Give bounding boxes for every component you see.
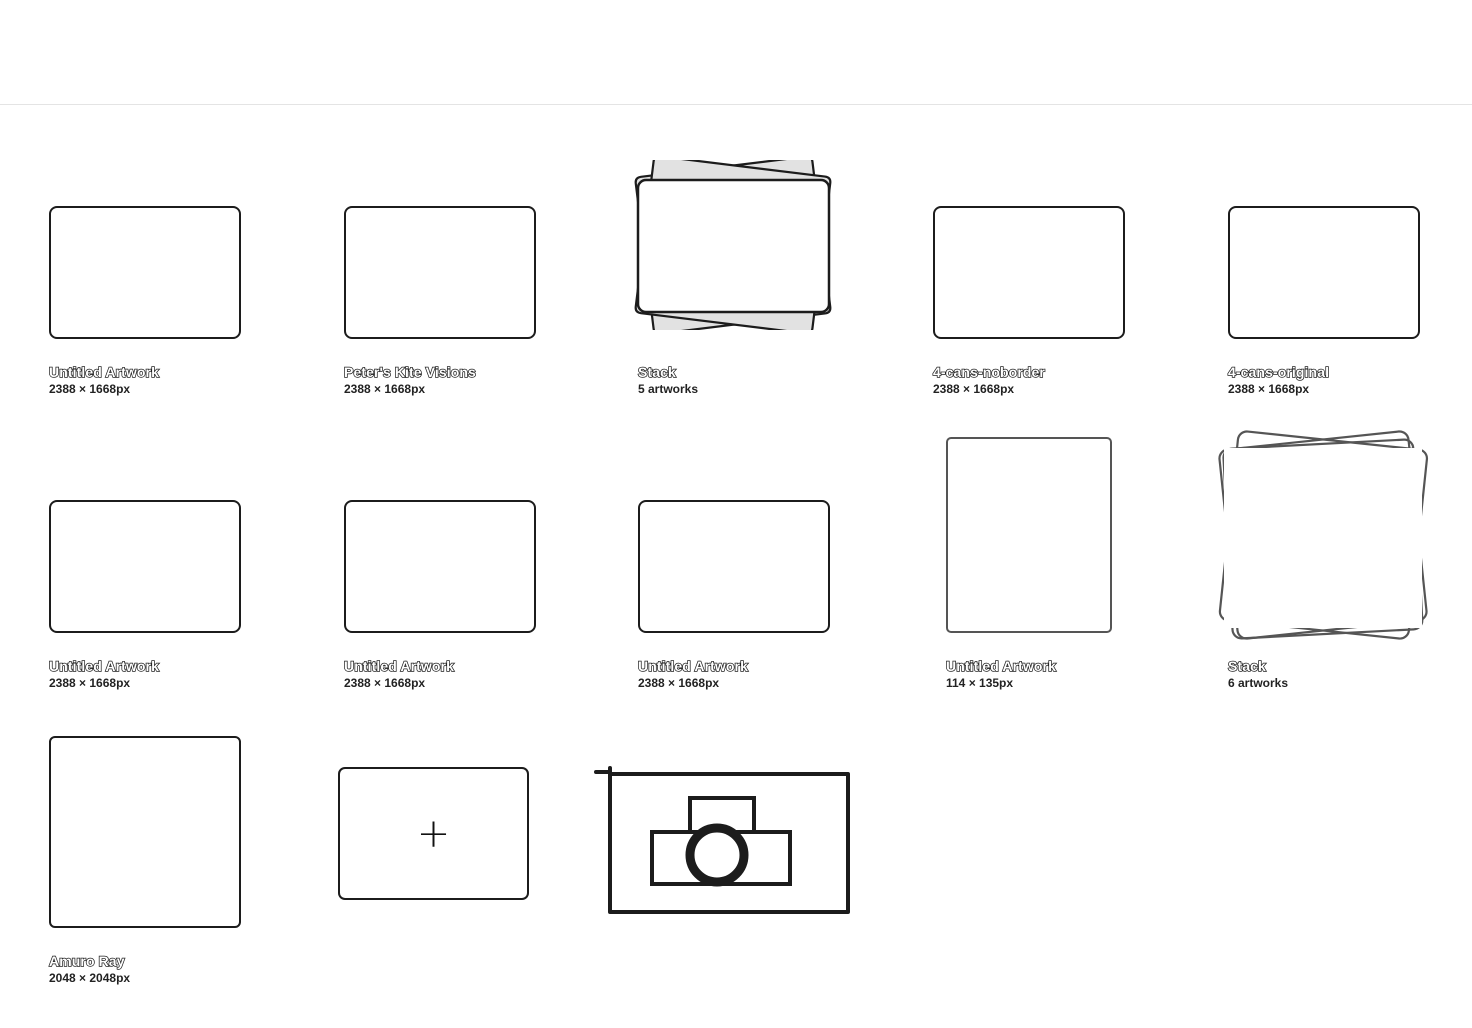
artwork-thumbnail[interactable] [1228, 206, 1420, 339]
camera-icon [594, 766, 850, 914]
artwork-title: Peter's Kite Visions [343, 363, 476, 381]
stack-thumbnail[interactable] [626, 160, 842, 330]
artwork-dimensions: 2388 × 1668px [49, 382, 131, 396]
stack-title: Stack [1227, 657, 1266, 675]
stack-count: 6 artworks [1228, 676, 1289, 690]
stack-count: 5 artworks [638, 382, 699, 396]
artwork-title: Untitled Artwork [48, 363, 159, 381]
artwork-dimensions: 2388 × 1668px [933, 382, 1015, 396]
stack-title: Stack [637, 363, 676, 381]
artwork-dimensions: 2388 × 1668px [344, 676, 426, 690]
new-canvas-button[interactable]: + [338, 767, 529, 900]
artwork-dimensions: 2388 × 1668px [1228, 382, 1310, 396]
stack-tile[interactable]: Stack 5 artworks [626, 160, 842, 396]
stack-thumbnail[interactable] [1210, 426, 1436, 652]
artwork-thumbnail[interactable] [49, 500, 241, 633]
artwork-title: Untitled Artwork [48, 657, 159, 675]
artwork-title: Untitled Artwork [637, 657, 748, 675]
artwork-thumbnail[interactable] [344, 206, 536, 339]
artwork-title: Amuro Ray [48, 952, 125, 970]
stack-tile[interactable]: Stack 6 artworks [1210, 426, 1436, 690]
plus-icon: + [416, 810, 451, 857]
top-toolbar [0, 0, 1472, 105]
artwork-title: 4-cans-original [1227, 363, 1330, 381]
artwork-thumbnail[interactable] [946, 437, 1112, 633]
artwork-dimensions: 2388 × 1668px [638, 676, 720, 690]
artwork-dimensions: 114 × 135px [946, 676, 1014, 690]
import-photo-button[interactable] [594, 766, 852, 918]
artwork-thumbnail[interactable] [49, 206, 241, 339]
artwork-dimensions: 2388 × 1668px [49, 676, 131, 690]
artwork-title: Untitled Artwork [343, 657, 454, 675]
artwork-thumbnail[interactable] [49, 736, 241, 928]
artwork-thumbnail[interactable] [638, 500, 830, 633]
artwork-dimensions: 2388 × 1668px [344, 382, 426, 396]
artwork-title: 4-cans-noborder [932, 363, 1045, 381]
artwork-dimensions: 2048 × 2048px [49, 971, 131, 985]
artwork-thumbnail[interactable] [344, 500, 536, 633]
artwork-thumbnail[interactable] [933, 206, 1125, 339]
artwork-title: Untitled Artwork [945, 657, 1056, 675]
